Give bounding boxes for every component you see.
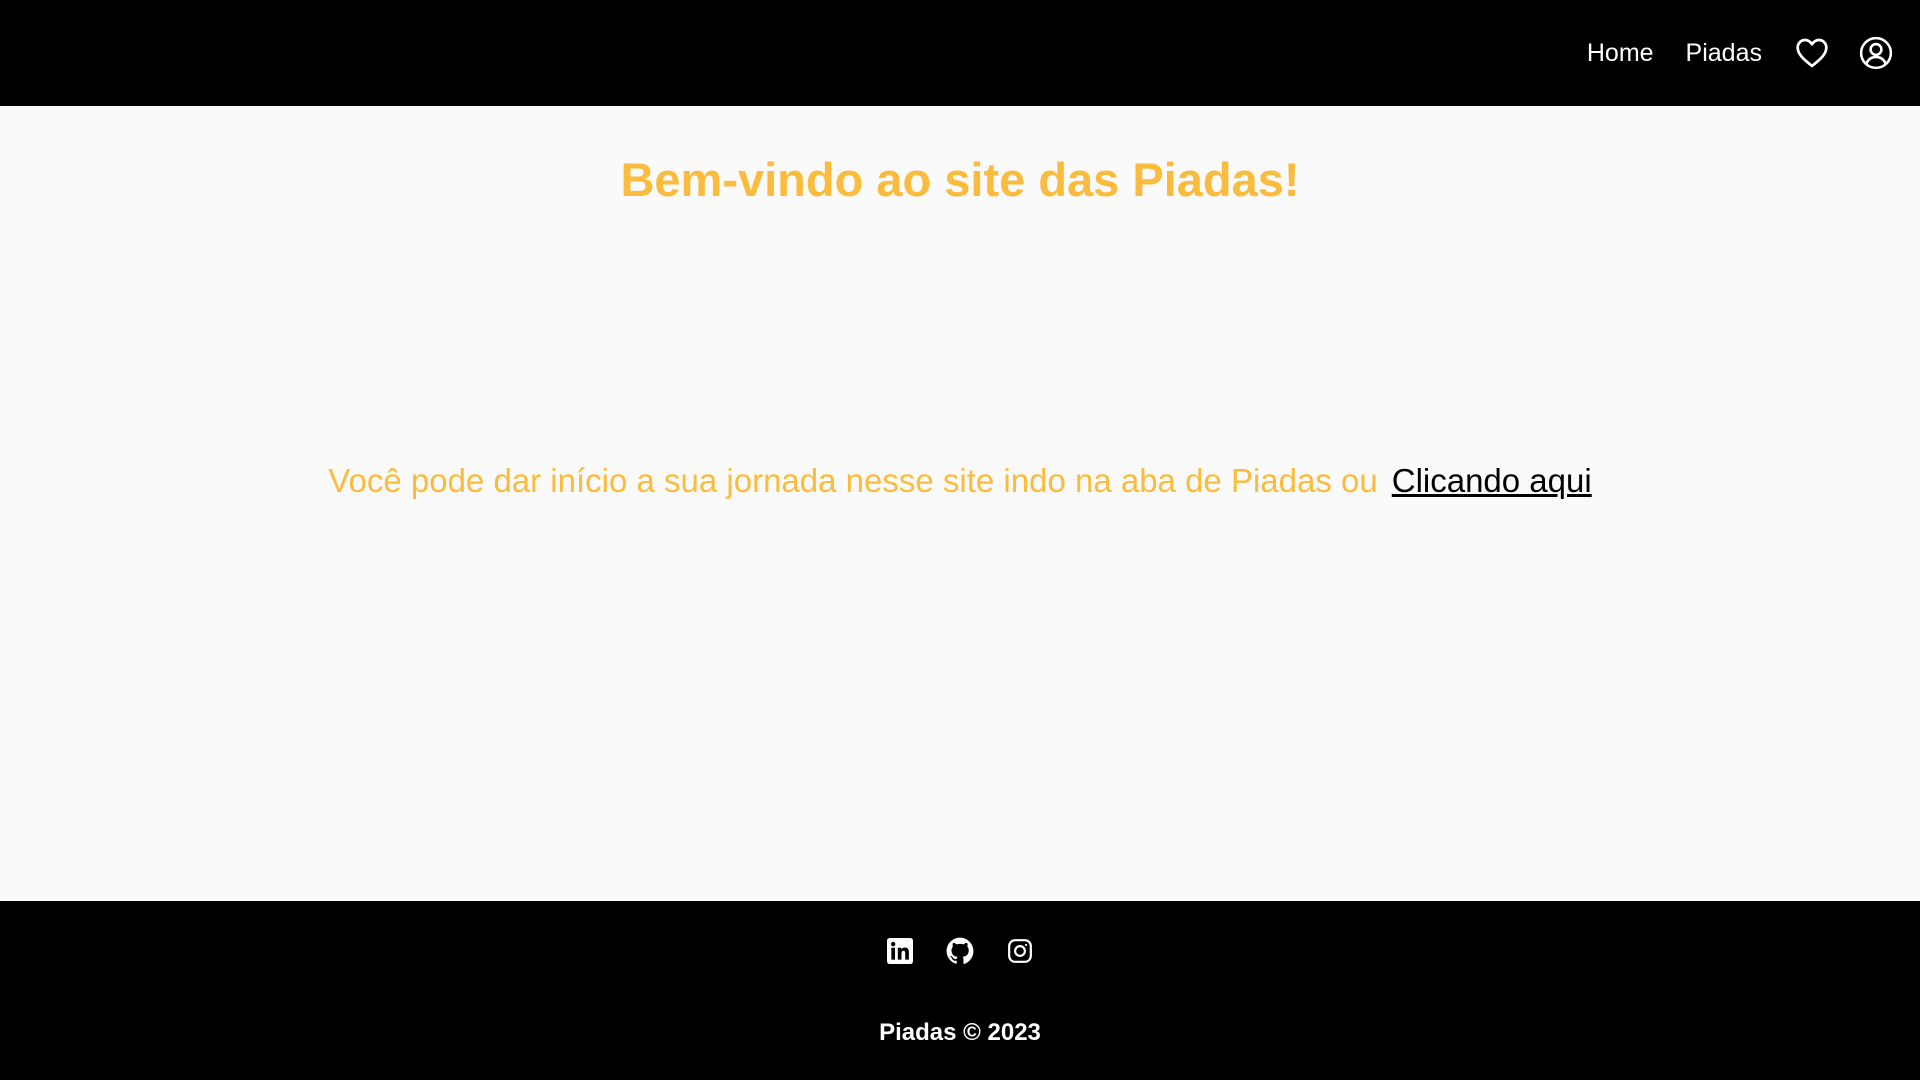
profile-button[interactable] [1858,35,1894,71]
page-title: Bem-vindo ao site das Piadas! [620,153,1300,206]
intro-text: Você pode dar início a sua jornada nesse… [328,462,1378,499]
copyright-text: Piadas © 2023 [879,1019,1041,1046]
user-circle-icon [1859,36,1893,70]
main-content: Bem-vindo ao site das Piadas! Você pode … [0,106,1920,901]
favorites-button[interactable] [1794,35,1830,71]
github-icon [946,937,974,964]
linkedin-link[interactable] [886,937,914,965]
nav-link-home[interactable]: Home [1587,39,1654,68]
instagram-link[interactable] [1006,937,1034,965]
instagram-icon [1008,939,1032,963]
click-here-link[interactable]: Clicando aqui [1392,462,1592,499]
linkedin-icon [887,938,913,964]
heart-icon [1796,38,1828,68]
intro-paragraph: Você pode dar início a sua jornada nesse… [0,462,1920,500]
social-links [0,937,1920,965]
footer: Piadas © 2023 [0,901,1920,1080]
top-navbar: Home Piadas [0,0,1920,106]
main-nav: Home Piadas [1587,0,1894,106]
nav-link-piadas[interactable]: Piadas [1686,39,1762,68]
github-link[interactable] [946,937,974,965]
